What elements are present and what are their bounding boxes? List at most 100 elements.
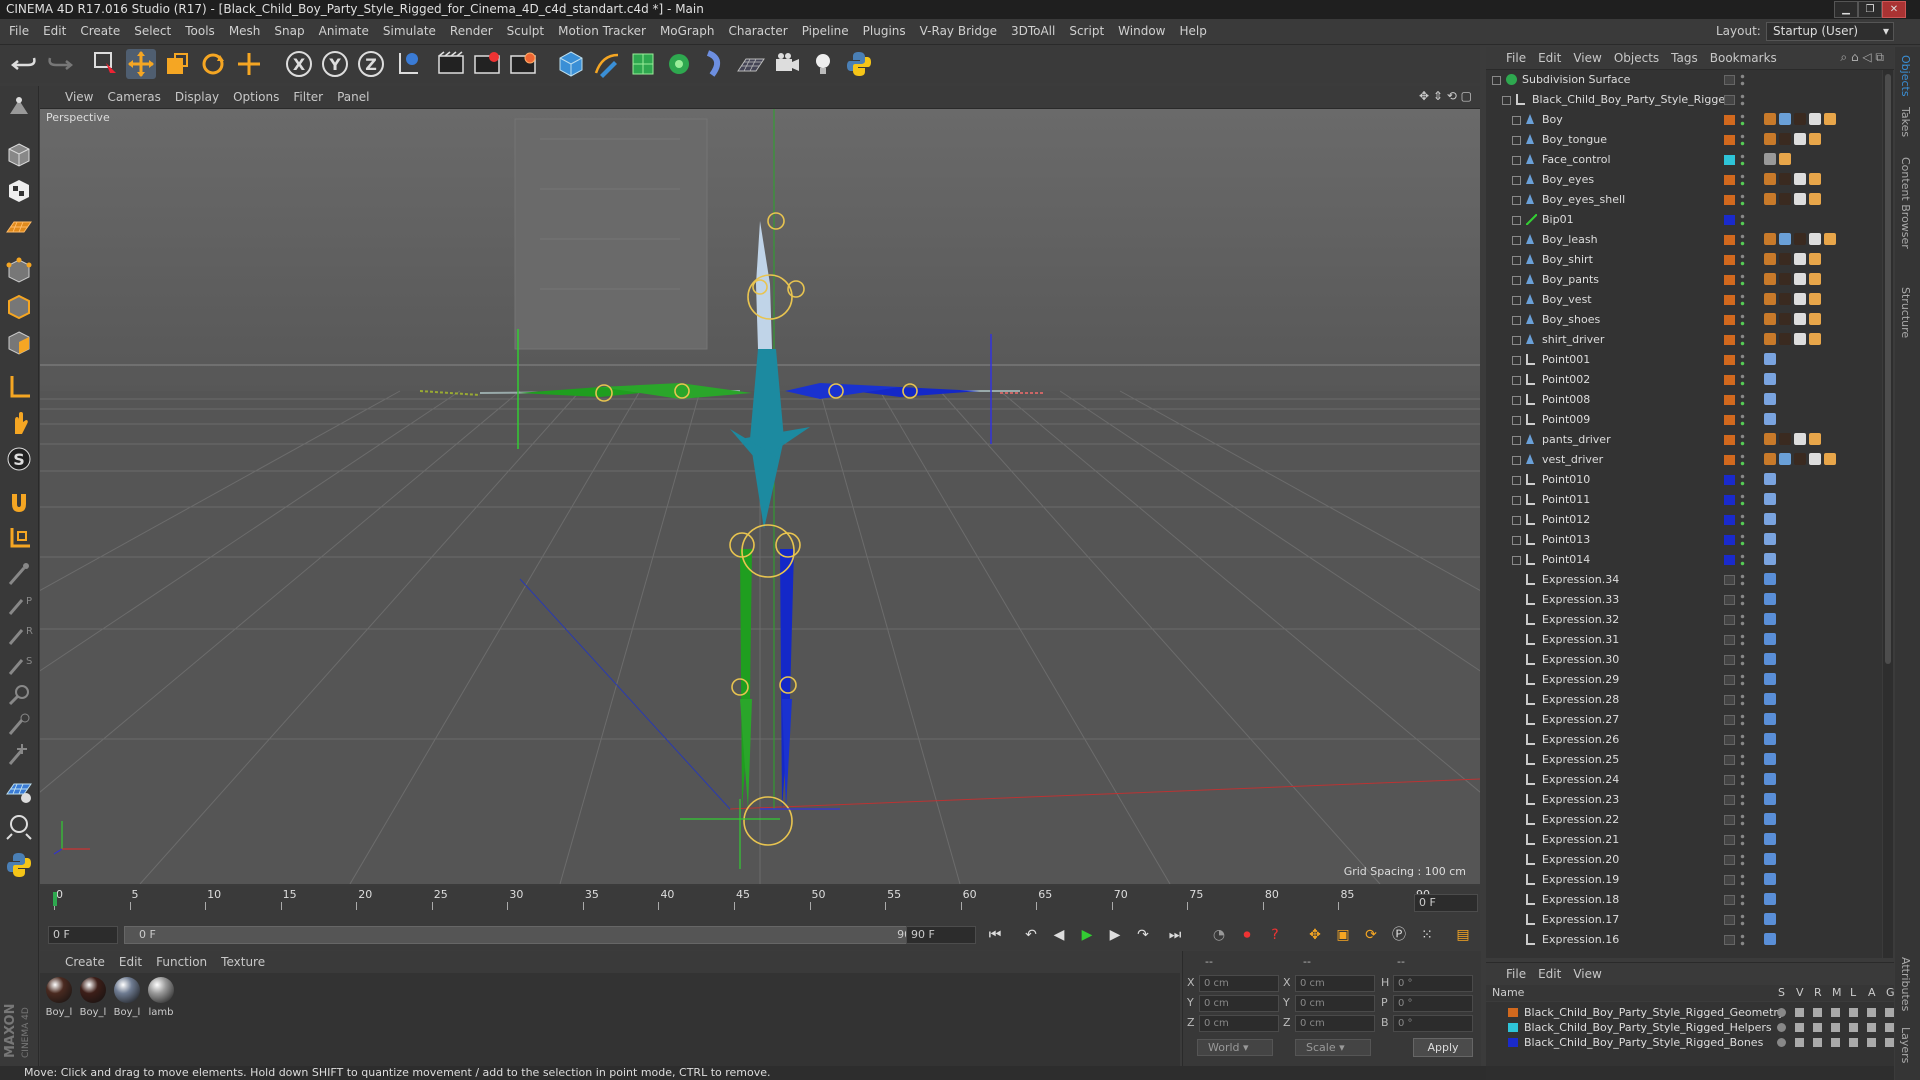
visibility-toggle[interactable]	[1740, 873, 1745, 887]
expand-toggle-icon[interactable]	[1512, 236, 1521, 245]
layer-color-swatch[interactable]	[1724, 355, 1735, 365]
object-row[interactable]: Point014	[1486, 550, 1882, 570]
object-row[interactable]: Boy_pants	[1486, 270, 1882, 290]
key-position-icon[interactable]: ✥	[1304, 924, 1326, 946]
layer-empty-slot[interactable]	[1724, 935, 1735, 945]
menu-mograph[interactable]: MoGraph	[653, 19, 722, 44]
object-name[interactable]: pants_driver	[1542, 430, 1611, 450]
current-frame-field[interactable]: 0 F	[1414, 894, 1478, 912]
object-row[interactable]: Boy	[1486, 110, 1882, 130]
visibility-toggle[interactable]	[1740, 113, 1745, 127]
side-tab-attributes[interactable]: Attributes	[1899, 957, 1912, 1011]
object-row[interactable]: Boy_shoes	[1486, 310, 1882, 330]
layer-empty-slot[interactable]	[1724, 655, 1735, 665]
object-name[interactable]: Expression.28	[1542, 690, 1619, 710]
tag-icon[interactable]	[1764, 673, 1776, 685]
object-name[interactable]: Bip01	[1542, 210, 1574, 230]
y-axis-lock-icon[interactable]: Y	[320, 49, 350, 79]
visibility-toggle[interactable]	[1740, 553, 1745, 567]
visibility-toggle[interactable]	[1740, 193, 1745, 207]
layer-row[interactable]: Black_Child_Boy_Party_Style_Rigged_Helpe…	[1486, 1020, 1894, 1035]
grid-display-icon[interactable]	[4, 776, 34, 806]
tag-icon[interactable]	[1764, 293, 1776, 305]
visibility-toggle[interactable]	[1740, 213, 1745, 227]
playhead[interactable]	[53, 892, 57, 906]
layer-empty-slot[interactable]	[1724, 75, 1735, 85]
keyframe-selection-icon[interactable]: ?	[1264, 924, 1286, 946]
layer-empty-slot[interactable]	[1724, 795, 1735, 805]
object-row[interactable]: Black_Child_Boy_Party_Style_Rigged	[1486, 90, 1882, 110]
model-mode-icon[interactable]	[4, 92, 34, 122]
layer-row[interactable]: Black_Child_Boy_Party_Style_Rigged_Bones	[1486, 1035, 1894, 1050]
tag-icon[interactable]	[1764, 493, 1776, 505]
visibility-toggle[interactable]	[1740, 713, 1745, 727]
side-tab-takes[interactable]: Takes	[1899, 107, 1912, 137]
object-row[interactable]: shirt_driver	[1486, 330, 1882, 350]
visibility-toggle[interactable]	[1740, 793, 1745, 807]
object-row[interactable]: Point002	[1486, 370, 1882, 390]
layer-flag-icon[interactable]	[1813, 1008, 1822, 1017]
layer-color-swatch[interactable]	[1724, 295, 1735, 305]
object-menu-objects[interactable]: Objects	[1608, 47, 1665, 69]
layer-empty-slot[interactable]	[1724, 855, 1735, 865]
layer-col-s[interactable]: S	[1778, 986, 1785, 999]
menu-tools[interactable]: Tools	[178, 19, 222, 44]
tag-icon[interactable]	[1794, 293, 1806, 305]
object-name[interactable]: Expression.34	[1542, 570, 1619, 590]
object-name[interactable]: Point013	[1542, 530, 1590, 550]
tag-icon[interactable]	[1779, 113, 1791, 125]
object-row[interactable]: Expression.18	[1486, 890, 1882, 910]
tag-icon[interactable]	[1764, 793, 1776, 805]
tag-icon[interactable]	[1764, 393, 1776, 405]
transform-tool-icon[interactable]	[234, 49, 264, 79]
visibility-toggle[interactable]	[1740, 773, 1745, 787]
object-name[interactable]: Expression.32	[1542, 610, 1619, 630]
tag-icon[interactable]	[1779, 273, 1791, 285]
tag-icon[interactable]	[1779, 173, 1791, 185]
layer-color-swatch[interactable]	[1724, 155, 1735, 165]
side-tab-objects[interactable]: Objects	[1899, 55, 1912, 97]
layer-flag-icon[interactable]	[1885, 1008, 1894, 1017]
object-list-scroll-thumb[interactable]	[1885, 74, 1891, 664]
tag-icon[interactable]	[1794, 133, 1806, 145]
coordinate-system-icon[interactable]	[392, 49, 422, 79]
expand-toggle-icon[interactable]	[1512, 116, 1521, 125]
layer-empty-slot[interactable]	[1724, 835, 1735, 845]
tag-icon[interactable]	[1809, 233, 1821, 245]
visibility-toggle[interactable]	[1740, 453, 1745, 467]
coord-position-field[interactable]: 0 cm	[1199, 1015, 1279, 1032]
expand-toggle-icon[interactable]	[1512, 556, 1521, 565]
visibility-toggle[interactable]	[1740, 753, 1745, 767]
object-menu-view[interactable]: View	[1567, 47, 1607, 69]
object-name[interactable]: Expression.17	[1542, 910, 1619, 930]
visibility-toggle[interactable]	[1740, 673, 1745, 687]
tag-icon[interactable]	[1764, 933, 1776, 945]
pull-tool-icon[interactable]	[4, 740, 34, 770]
visibility-toggle[interactable]	[1740, 473, 1745, 487]
object-name[interactable]: Boy_pants	[1542, 270, 1599, 290]
tag-icon[interactable]	[1764, 833, 1776, 845]
paint-s-icon[interactable]: S	[4, 650, 34, 680]
menu-sculpt[interactable]: Sculpt	[500, 19, 551, 44]
object-row[interactable]: Expression.25	[1486, 750, 1882, 770]
layer-row[interactable]: Black_Child_Boy_Party_Style_Rigged_Geome…	[1486, 1005, 1894, 1020]
tag-icon[interactable]	[1764, 913, 1776, 925]
object-name[interactable]: Point010	[1542, 470, 1590, 490]
layer-flag-icon[interactable]	[1885, 1023, 1894, 1032]
object-menu-tags[interactable]: Tags	[1665, 47, 1704, 69]
material-item[interactable]: Boy_l	[78, 977, 108, 1018]
visibility-toggle[interactable]	[1740, 393, 1745, 407]
tag-icon[interactable]	[1764, 633, 1776, 645]
visibility-toggle[interactable]	[1740, 613, 1745, 627]
visibility-toggle[interactable]	[1740, 653, 1745, 667]
object-name[interactable]: Expression.25	[1542, 750, 1619, 770]
viewport-menu-options[interactable]: Options	[226, 86, 286, 108]
coord-system-select[interactable]: World ▾	[1197, 1039, 1273, 1056]
layer-flag-icon[interactable]	[1777, 1038, 1786, 1047]
points-mode-icon[interactable]	[4, 256, 34, 286]
object-row[interactable]: Boy_leash	[1486, 230, 1882, 250]
object-name[interactable]: Boy_leash	[1542, 230, 1598, 250]
menu-v-ray-bridge[interactable]: V-Ray Bridge	[913, 19, 1004, 44]
tag-icon[interactable]	[1779, 253, 1791, 265]
tag-icon[interactable]	[1764, 313, 1776, 325]
